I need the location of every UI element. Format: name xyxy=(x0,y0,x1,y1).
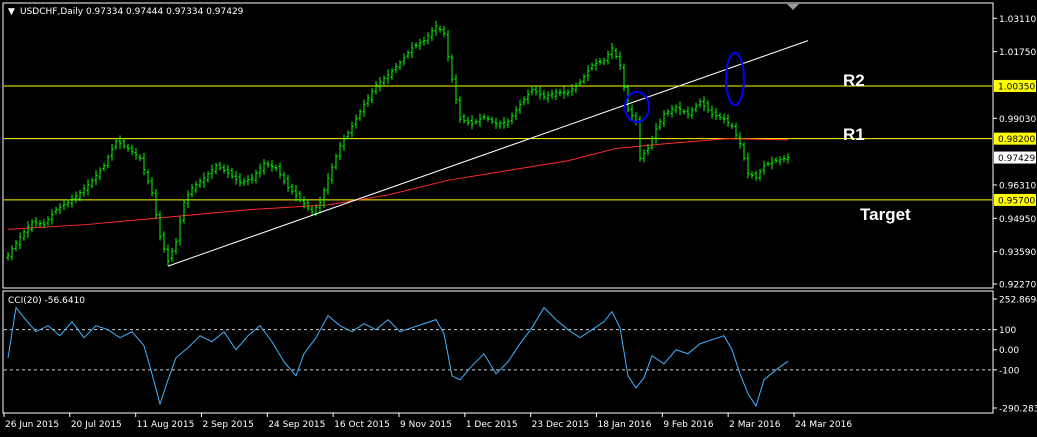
time-tick-label: 2 Mar 2016 xyxy=(729,420,781,430)
chart-menu-icon[interactable]: ▼ xyxy=(8,7,15,17)
time-tick-label: 24 Sep 2015 xyxy=(268,420,325,430)
price-tick-label: 1.03110 xyxy=(999,15,1036,25)
level-label-r1: R1 xyxy=(843,125,865,144)
time-tick-label: 18 Jan 2016 xyxy=(598,420,652,430)
time-tick-label: 16 Oct 2015 xyxy=(334,420,390,430)
cci-tick-label: 252.8694 xyxy=(999,296,1037,306)
level-label-r2: R2 xyxy=(843,71,865,90)
price-tick-label: 0.96310 xyxy=(999,181,1036,191)
time-tick-label: 9 Feb 2016 xyxy=(663,420,714,430)
price-tick-label: 0.94950 xyxy=(999,215,1036,225)
level-price-label: 0.95700 xyxy=(998,196,1035,206)
time-tick-label: 2 Sep 2015 xyxy=(203,420,254,430)
time-tick-label: 1 Dec 2015 xyxy=(466,420,518,430)
time-tick-label: 9 Nov 2015 xyxy=(400,420,452,430)
cci-tick-label: 100 xyxy=(999,326,1016,336)
level-price-label: 1.00350 xyxy=(998,82,1035,92)
price-tick-label: 1.01750 xyxy=(999,48,1036,58)
level-label-target: Target xyxy=(860,205,911,224)
cci-header: CCI(20) -56.6410 xyxy=(8,296,85,306)
time-tick-label: 20 Jul 2015 xyxy=(71,420,122,430)
chart-header: USDCHF,Daily 0.97334 0.97444 0.97334 0.9… xyxy=(20,7,244,17)
trading-chart: ▼ USDCHF,Daily 0.97334 0.97444 0.97334 0… xyxy=(0,0,1037,437)
time-tick-label: 23 Dec 2015 xyxy=(532,420,590,430)
time-tick-label: 11 Aug 2015 xyxy=(137,420,195,430)
time-tick-label: 26 Jun 2015 xyxy=(5,420,59,430)
price-tick-label: 0.99030 xyxy=(999,115,1036,125)
cci-tick-label: -290.2834 xyxy=(999,405,1037,415)
cci-tick-label: -100 xyxy=(999,366,1020,376)
price-tick-label: 0.93590 xyxy=(999,248,1036,258)
price-tick-label: 0.92270 xyxy=(999,281,1036,291)
time-tick-label: 24 Mar 2016 xyxy=(795,420,852,430)
cci-tick-label: 0.00 xyxy=(999,346,1019,356)
current-price-label: 0.97429 xyxy=(998,154,1035,164)
level-price-label: 0.98200 xyxy=(998,135,1035,145)
